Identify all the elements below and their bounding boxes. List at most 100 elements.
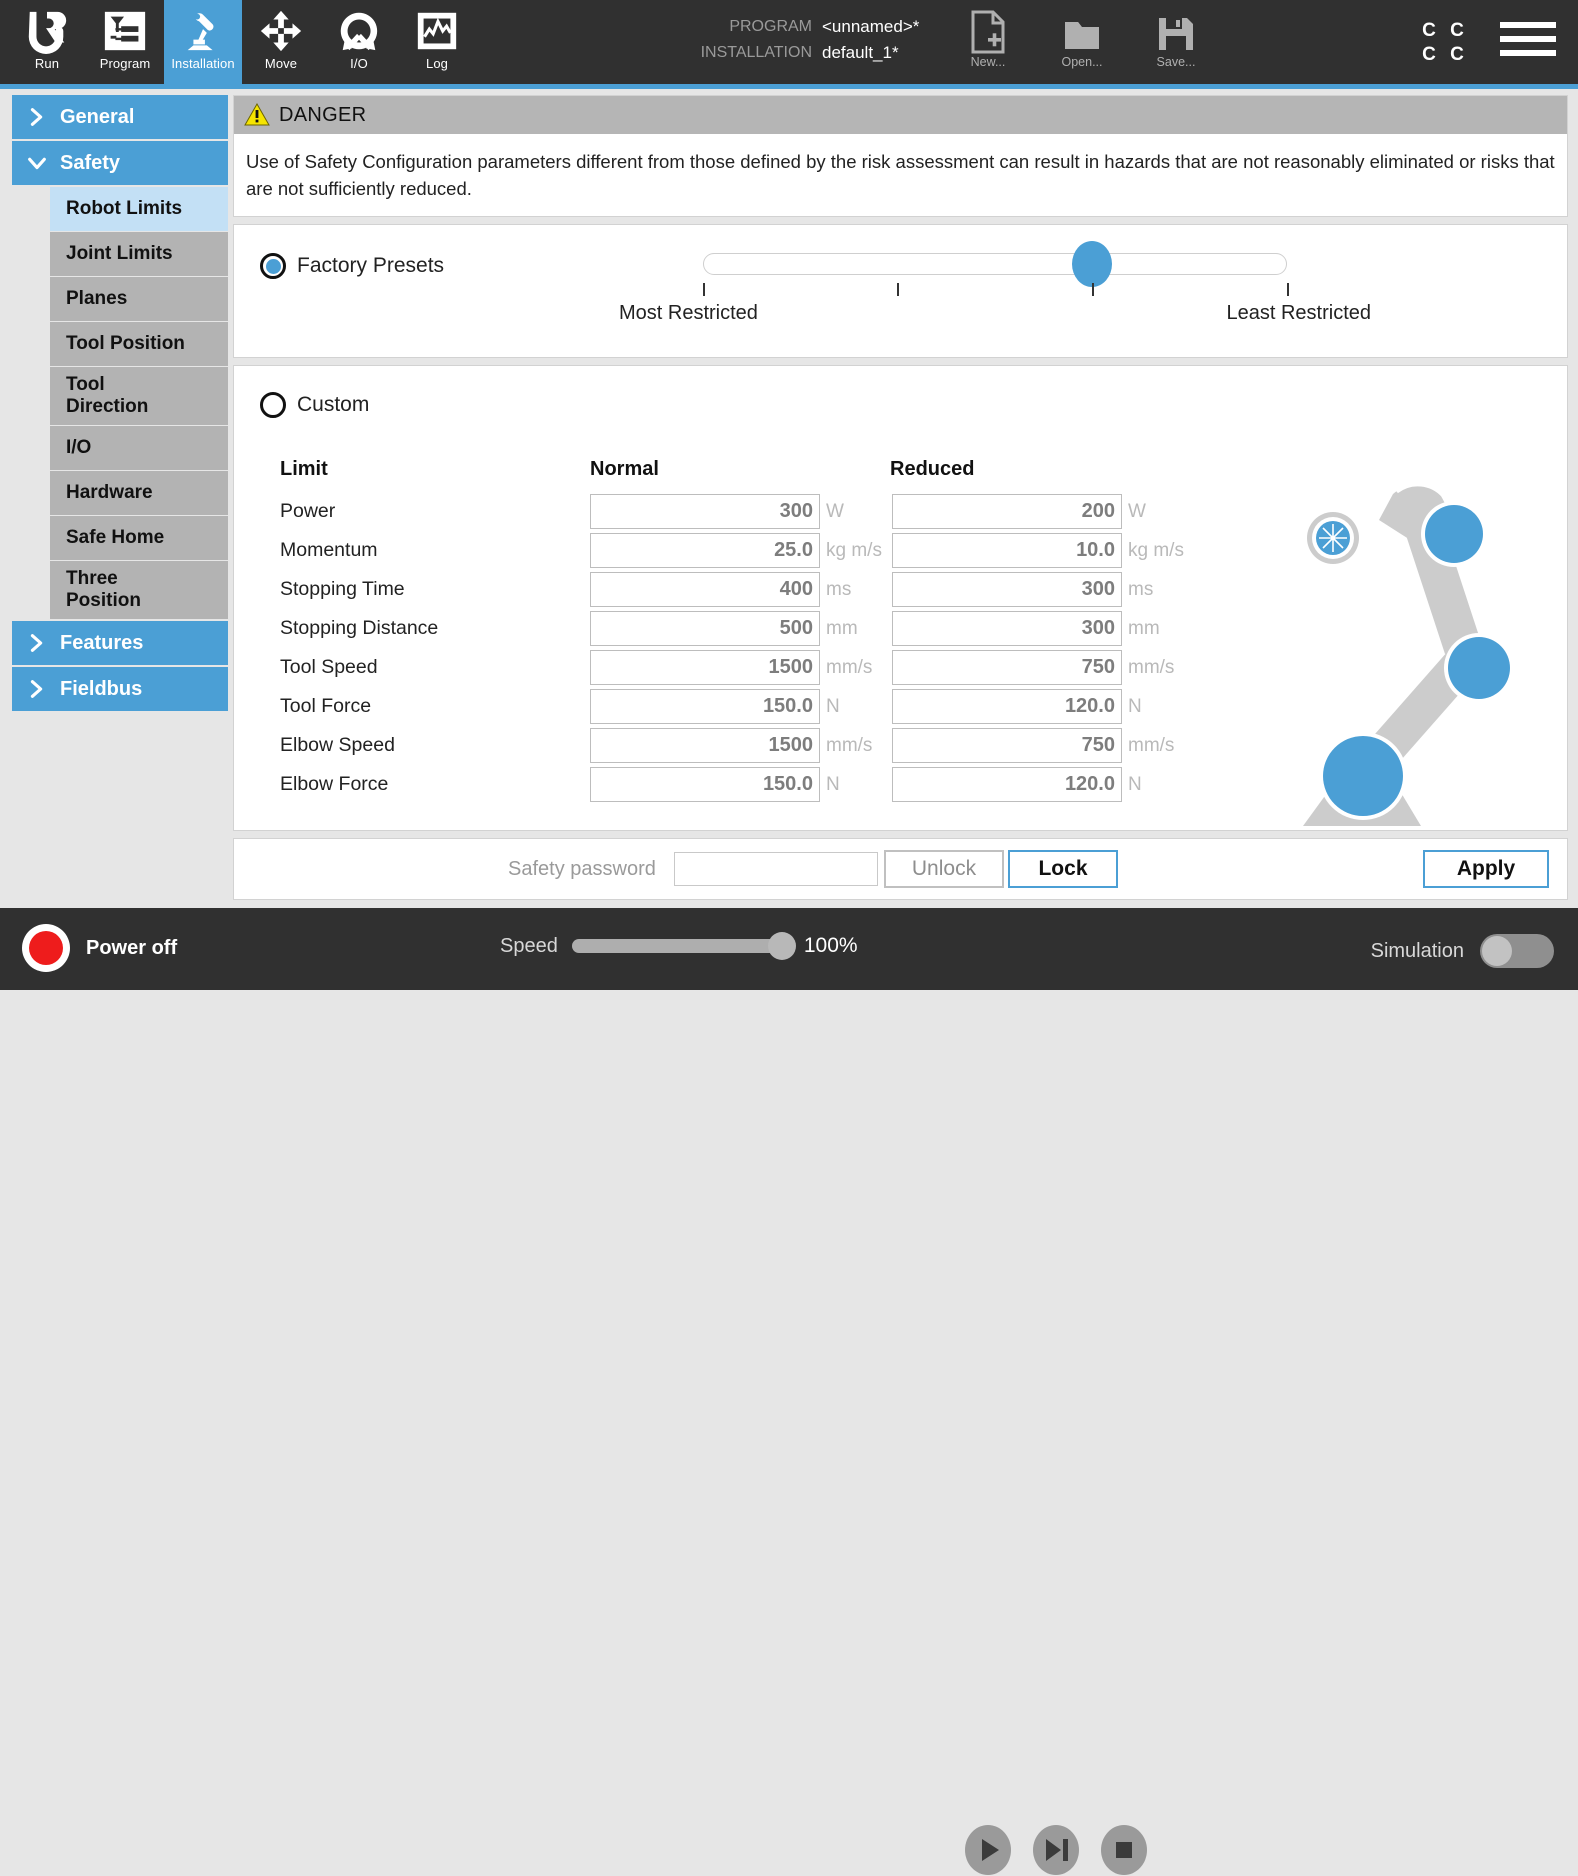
sidebar-item-safe-home[interactable]: Safe Home [50,516,228,560]
radio-indicator-selected [260,253,286,279]
sidebar-item-tool-position[interactable]: Tool Position [50,322,228,366]
tab-label: I/O [350,56,368,71]
simulation-control: Simulation [1371,934,1554,968]
play-button[interactable] [962,1824,1014,1876]
open-button[interactable]: Open... [1054,10,1110,69]
step-button[interactable] [1030,1824,1082,1876]
factory-presets-radio[interactable]: Factory Presets [260,253,444,279]
sidebar-item-label: Planes [66,288,128,309]
tab-label: Run [34,56,60,71]
sidebar-item-features[interactable]: Features [12,621,228,665]
reduced-unit: mm/s [1128,656,1175,678]
slider-min-label: Most Restricted [619,302,758,324]
simulation-toggle[interactable] [1480,934,1554,968]
limit-name: Elbow Speed [280,734,395,756]
normal-unit: mm/s [826,656,873,678]
apply-button[interactable]: Apply [1423,850,1549,888]
slider-handle[interactable] [1071,241,1112,287]
normal-value-input[interactable]: 25.0 [590,533,820,568]
lang-char: C [1450,19,1464,41]
reduced-unit: N [1128,695,1142,717]
speed-label: Speed [500,934,558,957]
sidebar-item-label: Safety [60,151,121,174]
normal-unit: ms [826,578,852,600]
table-row: Momentum 25.0 kg m/s 10.0 kg m/s [280,531,1190,570]
sidebar-item-three-position[interactable]: Three Position [50,561,228,619]
reduced-value-input[interactable]: 750 [892,650,1122,685]
normal-unit: N [826,695,840,717]
sidebar-item-tool-direction[interactable]: Tool Direction [50,367,228,425]
safety-password-label: Safety password [508,857,656,880]
save-button[interactable]: Save... [1148,10,1204,69]
file-actions: New... Open... Save... [960,10,1204,69]
tab-log[interactable]: Log [398,0,476,84]
file-action-label: Save... [1156,55,1196,69]
speed-slider[interactable] [571,932,796,960]
normal-value-input[interactable]: 500 [590,611,820,646]
speed-slider-handle[interactable] [767,932,796,960]
safety-password-input[interactable] [674,852,878,886]
tab-label: Log [426,56,448,71]
reduced-value-input[interactable]: 300 [892,611,1122,646]
slider-track[interactable] [703,241,1287,287]
normal-value-input[interactable]: 1500 [590,650,820,685]
power-status[interactable]: Power off [22,924,177,972]
language-indicator[interactable]: C C C C [1415,18,1471,66]
normal-value-input[interactable]: 300 [590,494,820,529]
tab-installation[interactable]: Installation [164,0,242,84]
top-toolbar: Run Program Installation Move I/O Log PR… [0,0,1578,84]
lock-button[interactable]: Lock [1008,850,1118,888]
open-folder-icon [1065,22,1099,49]
reduced-unit: kg m/s [1128,539,1184,561]
sidebar-item-joint-limits[interactable]: Joint Limits [50,232,228,276]
danger-message: Use of Safety Configuration parameters d… [246,151,1555,199]
sidebar-item-hardware[interactable]: Hardware [50,471,228,515]
tab-run[interactable]: Run [8,0,86,84]
danger-header: DANGER [234,96,1567,134]
hamburger-menu-icon[interactable] [1500,22,1556,62]
installation-name: default_1* [822,43,899,62]
tab-io[interactable]: I/O [320,0,398,84]
normal-value-input[interactable]: 1500 [590,728,820,763]
sidebar-item-safety[interactable]: Safety [12,141,228,185]
chevron-right-icon [30,680,43,698]
sidebar-item-robot-limits[interactable]: Robot Limits [50,187,228,231]
table-row: Power 300 W 200 W [280,492,1190,531]
limits-table: Limit Normal Reduced Power 300 W 200 W M… [280,458,1190,804]
limit-name: Power [280,500,336,522]
move-arrows-icon [260,10,302,52]
sidebar-item-fieldbus[interactable]: Fieldbus [12,667,228,711]
sidebar-item-planes[interactable]: Planes [50,277,228,321]
limit-name: Tool Force [280,695,372,717]
speed-control: Speed 100% [500,932,858,960]
sidebar-item-general[interactable]: General [12,95,228,139]
reduced-value-input[interactable]: 200 [892,494,1122,529]
robot-arm-illustration [1303,483,1514,826]
danger-title: DANGER [279,103,367,126]
unlock-button[interactable]: Unlock [884,850,1004,888]
robot-arm-icon [187,13,214,51]
reduced-value-input[interactable]: 300 [892,572,1122,607]
table-row: Tool Force 150.0 N 120.0 N [280,687,1190,726]
normal-value-input[interactable]: 150.0 [590,767,820,802]
reduced-value-input[interactable]: 10.0 [892,533,1122,568]
ur-logo-icon [28,11,67,54]
program-tree-icon [104,11,146,51]
sidebar-item-label: Joint Limits [66,243,173,264]
reduced-value-input[interactable]: 120.0 [892,767,1122,802]
tab-program[interactable]: Program [86,0,164,84]
new-button[interactable]: New... [960,10,1016,69]
sidebar-item-io[interactable]: I/O [50,426,228,470]
reduced-value-input[interactable]: 750 [892,728,1122,763]
reduced-value-input[interactable]: 120.0 [892,689,1122,724]
stop-button[interactable] [1098,1824,1150,1876]
tab-move[interactable]: Move [242,0,320,84]
normal-value-input[interactable]: 400 [590,572,820,607]
slider-end-labels: Most Restricted Least Restricted [619,302,1371,330]
factory-presets-panel: Factory Presets Most Restricted Least Re… [233,224,1568,358]
custom-radio[interactable]: Custom [260,392,369,418]
factory-presets-label: Factory Presets [297,254,445,277]
preset-slider[interactable]: Most Restricted Least Restricted [619,241,1371,330]
normal-value-input[interactable]: 150.0 [590,689,820,724]
power-status-label: Power off [86,936,178,959]
